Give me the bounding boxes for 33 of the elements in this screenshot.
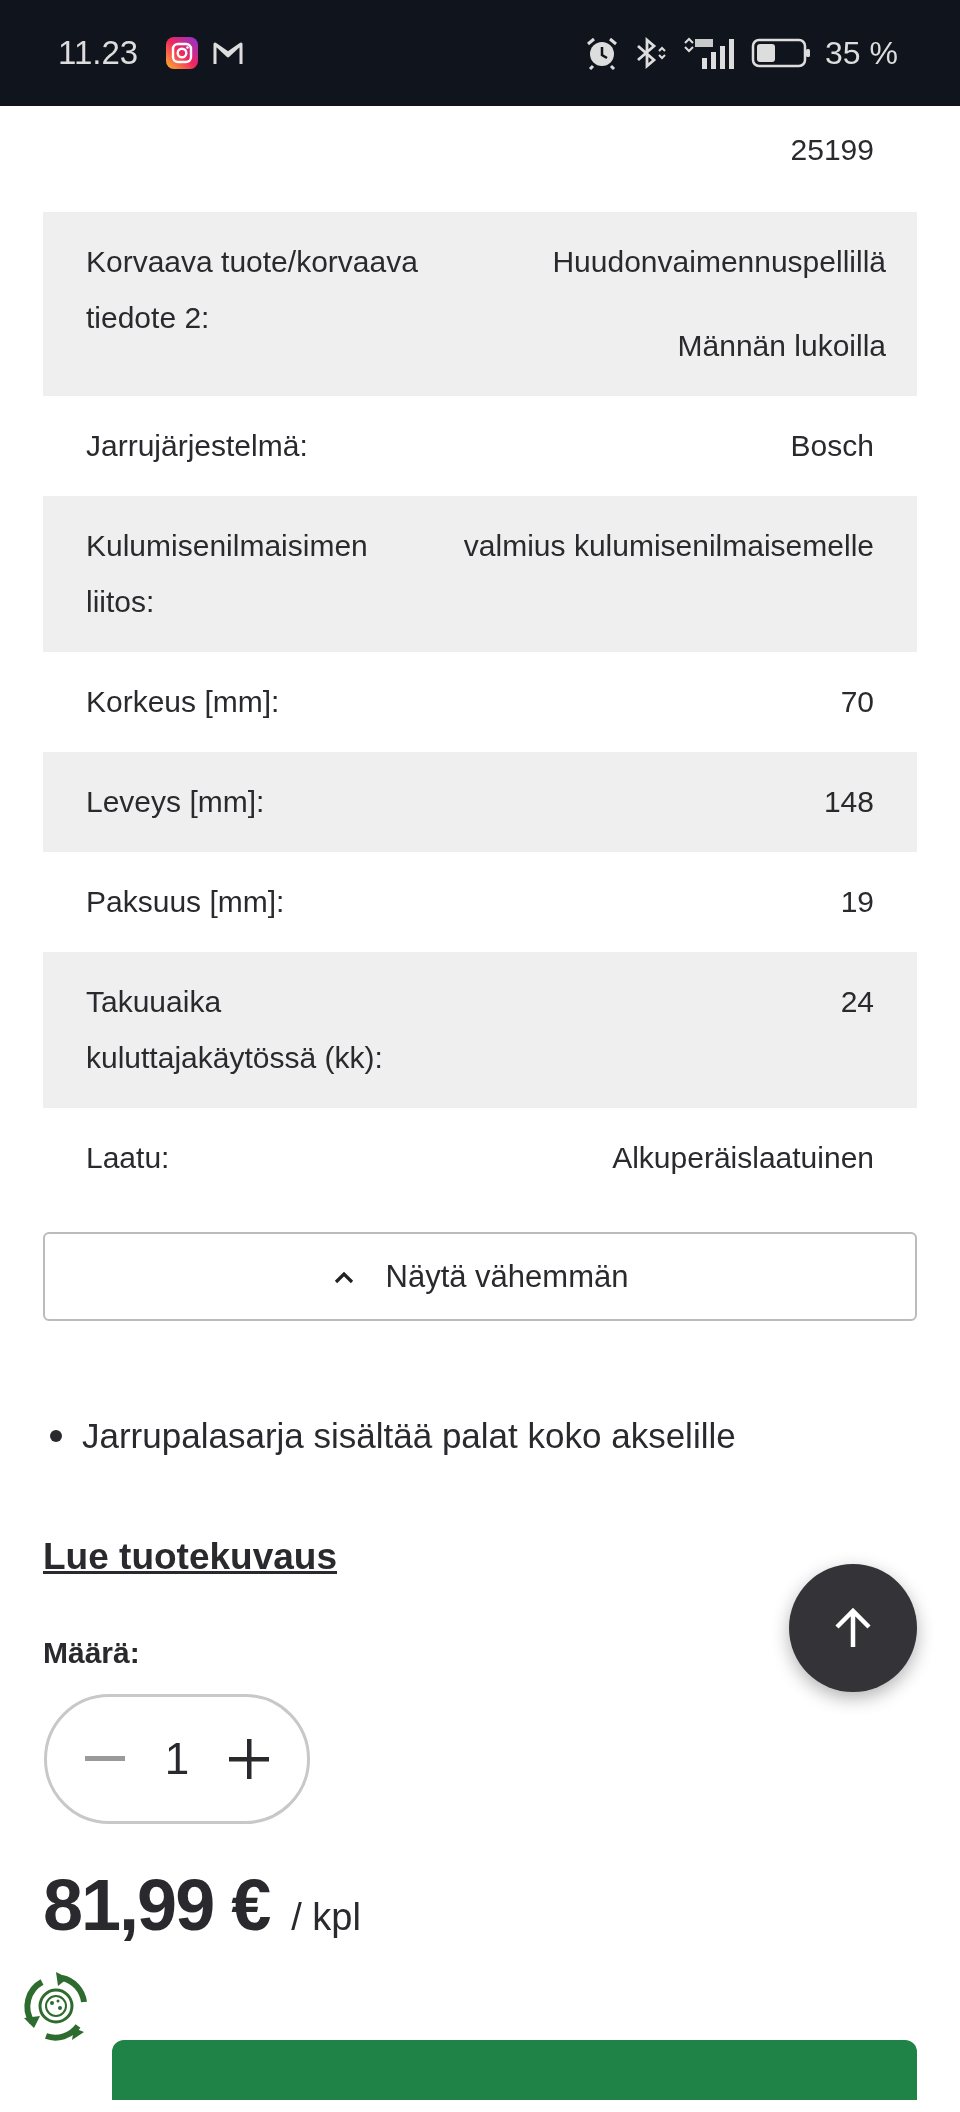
alarm-icon bbox=[585, 36, 620, 70]
price-amount: 81,99 € bbox=[43, 1864, 270, 1946]
spec-label: Korvaava tuote/korvaava tiedote 2: bbox=[86, 244, 419, 336]
scroll-to-top-button[interactable] bbox=[789, 1564, 917, 1692]
spec-label: Laatu: bbox=[86, 1140, 170, 1176]
spec-value: Bosch bbox=[790, 428, 874, 464]
spec-value: Huudonvaimennuspellillä bbox=[552, 244, 886, 280]
spec-label: Korkeus [mm]: bbox=[86, 684, 280, 720]
spec-value: 19 bbox=[840, 884, 874, 920]
spec-value: Männän lukoilla bbox=[677, 328, 886, 364]
spec-value: 25199 bbox=[790, 132, 874, 168]
spec-value: 70 bbox=[840, 684, 874, 720]
spec-label: Leveys [mm]: bbox=[86, 784, 265, 820]
clock-time: 11.23 bbox=[58, 34, 139, 72]
mail-icon bbox=[212, 40, 245, 66]
description-link[interactable]: Lue tuotekuvaus bbox=[43, 1536, 337, 1578]
quantity-label: Määrä: bbox=[43, 1636, 141, 1670]
spec-label: Takuuaika kuluttajakäytössä (kk): bbox=[86, 984, 384, 1076]
increment-button[interactable] bbox=[229, 1739, 270, 1779]
spec-value: Alkuperäislaatuinen bbox=[612, 1140, 874, 1176]
camera-app-icon bbox=[166, 37, 199, 69]
spec-label: Jarrujärjestelmä: bbox=[86, 428, 308, 464]
spec-value: valmius kulumisenilmaisemelle bbox=[463, 528, 874, 564]
spec-value: 148 bbox=[823, 784, 874, 820]
battery-percent: 35 % bbox=[825, 34, 898, 72]
quantity-value[interactable]: 1 bbox=[164, 1734, 190, 1784]
spec-label: Kulumisenilmaisimen liitos: bbox=[86, 528, 369, 620]
spec-label: Paksuus [mm]: bbox=[86, 884, 285, 920]
show-less-button[interactable]: Näytä vähemmän bbox=[43, 1232, 917, 1321]
spec-value: 24 bbox=[840, 984, 874, 1020]
battery-icon bbox=[751, 37, 812, 69]
price-unit: / kpl bbox=[291, 1896, 361, 1939]
bullet-text: Jarrupalasarja sisältää palat koko akselille bbox=[50, 1416, 960, 1456]
